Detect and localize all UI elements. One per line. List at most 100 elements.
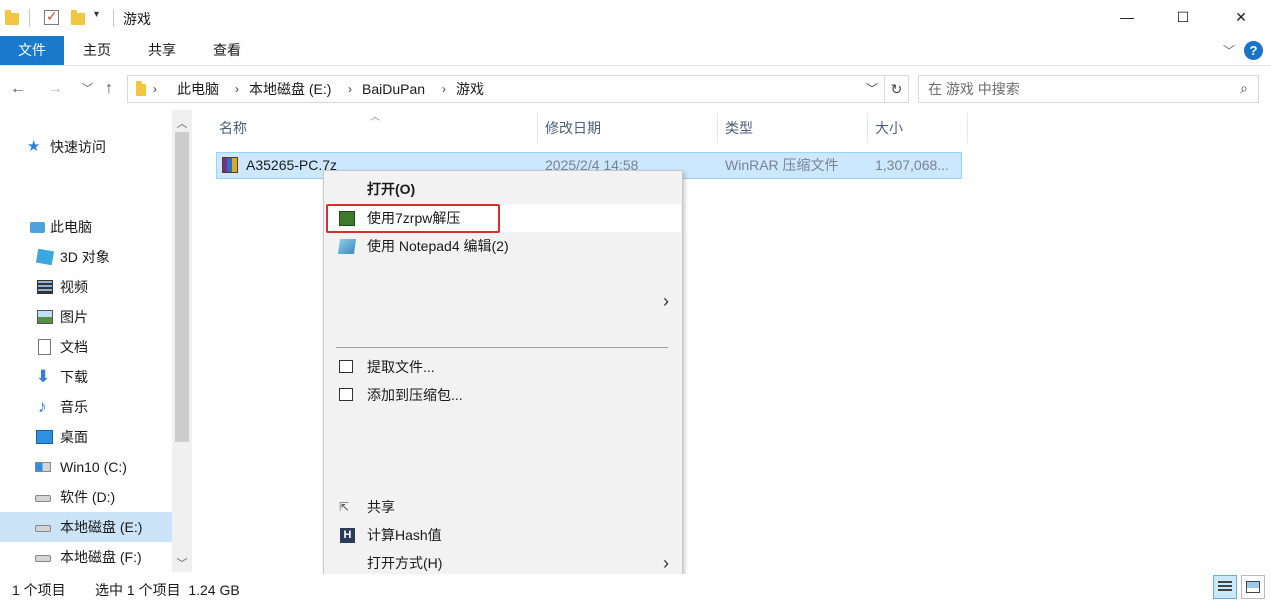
sidebar-item-drive-f[interactable]: 本地磁盘 (F:) (0, 542, 172, 572)
sidebar-item-label: 此电脑 (50, 219, 92, 235)
column-divider[interactable] (537, 113, 538, 143)
submenu-arrow-icon: › (663, 553, 669, 573)
back-button[interactable]: ← (10, 76, 26, 102)
sidebar-item-label: 桌面 (60, 429, 88, 445)
sidebar-item-label: 图片 (60, 309, 88, 325)
menu-item-label: 提取文件... (367, 359, 435, 375)
scroll-down-icon[interactable]: ﹀ (172, 555, 192, 571)
ribbon-tabs: 文件 主页 共享 查看 ﹀ ? (0, 36, 1271, 66)
selection-info: 选中 1 个项目 1.24 GB (95, 582, 240, 598)
menu-separator (336, 347, 668, 348)
sidebar-item-pictures[interactable]: 图片 (0, 302, 172, 332)
address-dropdown-icon[interactable]: ﹀ (866, 76, 878, 102)
properties-icon[interactable] (44, 8, 59, 25)
breadcrumb-separator: › (348, 82, 352, 96)
file-size: 1,307,068... (875, 157, 949, 173)
forward-button[interactable]: → (47, 76, 63, 102)
column-header-type[interactable]: 类型 (721, 113, 867, 143)
sidebar-item-drive-d[interactable]: 软件 (D:) (0, 482, 172, 512)
tab-view[interactable]: 查看 (198, 36, 256, 65)
menu-item-submenu[interactable]: › (325, 287, 681, 315)
maximize-button[interactable]: ☐ (1160, 0, 1206, 34)
breadcrumb-separator: › (153, 82, 157, 96)
sidebar-item-3d-objects[interactable]: 3D 对象 (0, 242, 172, 272)
menu-item-open[interactable]: 打开(O) (325, 175, 681, 203)
sidebar-item-label: 3D 对象 (60, 249, 110, 265)
address-bar[interactable]: › 此电脑 › 本地磁盘 (E:) › BaiDuPan › 游戏 ﹀ (127, 75, 885, 103)
scroll-up-icon[interactable]: ︿ (172, 115, 192, 131)
breadcrumb-this-pc[interactable]: 此电脑 (177, 76, 219, 102)
column-divider[interactable] (717, 113, 718, 143)
folder-icon[interactable] (5, 10, 19, 25)
sidebar-item-label: Win10 (C:) (60, 459, 127, 475)
sidebar-item-music[interactable]: ♪ 音乐 (0, 392, 172, 422)
sidebar-item-quick-access[interactable]: ★ 快速访问 (0, 132, 172, 162)
help-icon[interactable]: ? (1244, 41, 1263, 60)
column-header-modified[interactable]: 修改日期 (541, 113, 717, 143)
sidebar-item-this-pc[interactable]: 此电脑 (0, 212, 172, 242)
sidebar-scrollbar[interactable]: ︿ ﹀ (172, 110, 192, 572)
sidebar-item-label: 软件 (D:) (60, 489, 116, 505)
hash-icon: H (340, 528, 355, 543)
drive-icon (35, 525, 51, 532)
quick-access-dropdown-icon[interactable]: ▾ (94, 9, 99, 20)
menu-item-label: 计算Hash值 (367, 527, 442, 543)
sidebar-item-label: 视频 (60, 279, 88, 295)
refresh-button[interactable]: ↻ (885, 75, 909, 103)
sidebar-item-drive-e[interactable]: 本地磁盘 (E:) (0, 512, 172, 542)
sidebar-item-label: 本地磁盘 (E:) (60, 519, 143, 535)
scrollbar-thumb[interactable] (175, 132, 189, 442)
file-type: WinRAR 压缩文件 (725, 157, 839, 173)
windows-drive-icon (35, 462, 51, 472)
breadcrumb-baidupan[interactable]: BaiDuPan (362, 76, 425, 102)
menu-item-extract-files[interactable]: 提取文件... (325, 353, 681, 381)
menu-item-edit-notepad4[interactable]: 使用 Notepad4 编辑(2) (325, 232, 681, 260)
menu-item-label: 共享 (367, 499, 395, 515)
menu-item-label: 打开(O) (367, 181, 416, 197)
sidebar-item-drive-c[interactable]: Win10 (C:) (0, 452, 172, 482)
drive-icon (35, 555, 51, 562)
column-divider[interactable] (867, 113, 868, 143)
large-icons-view-button[interactable] (1241, 575, 1265, 599)
up-button[interactable]: ↑ (105, 76, 113, 102)
sidebar-item-label: 文档 (60, 339, 88, 355)
sidebar-item-desktop[interactable]: 桌面 (0, 422, 172, 452)
sidebar-item-videos[interactable]: 视频 (0, 272, 172, 302)
tab-file[interactable]: 文件 (0, 36, 64, 65)
status-bar: 1 个项目 选中 1 个项目 1.24 GB (0, 574, 1271, 604)
new-folder-icon[interactable] (71, 10, 85, 25)
expand-ribbon-icon[interactable]: ﹀ (1223, 42, 1235, 59)
folder-icon (136, 81, 146, 96)
sidebar-item-documents[interactable]: 文档 (0, 332, 172, 362)
column-header-size[interactable]: 大小 (871, 113, 967, 143)
menu-item-share[interactable]: ⇱ 共享 (325, 493, 681, 521)
column-header-name[interactable]: 名称 (215, 113, 537, 143)
details-view-icon (1218, 581, 1232, 593)
download-icon: ⬇ (36, 367, 51, 386)
search-icon[interactable]: ⌕ (1240, 80, 1248, 97)
menu-item-label: 打开方式(H) (367, 555, 443, 571)
tab-home[interactable]: 主页 (68, 36, 126, 65)
menu-item-open-with[interactable]: 打开方式(H) › (325, 549, 681, 577)
film-icon (37, 280, 53, 294)
sidebar-item-downloads[interactable]: ⬇ 下载 (0, 362, 172, 392)
winrar-archive-icon (222, 157, 238, 173)
minimize-button[interactable]: — (1104, 0, 1150, 34)
search-box[interactable]: ⌕ (918, 75, 1259, 103)
recent-locations-icon[interactable]: ﹀ (82, 76, 93, 102)
divider (29, 9, 30, 27)
search-input[interactable] (919, 76, 1219, 102)
share-icon: ⇱ (339, 500, 350, 514)
details-view-button[interactable] (1213, 575, 1237, 599)
breadcrumb-games[interactable]: 游戏 (456, 76, 484, 102)
menu-item-add-to-archive[interactable]: 添加到压缩包... (325, 381, 681, 409)
tab-share[interactable]: 共享 (133, 36, 191, 65)
column-divider[interactable] (967, 113, 968, 143)
highlight-box (326, 204, 500, 233)
sidebar-item-label: 快速访问 (50, 139, 106, 155)
breadcrumb-drive-e[interactable]: 本地磁盘 (E:) (249, 76, 331, 102)
menu-item-compute-hash[interactable]: H 计算Hash值 (325, 521, 681, 549)
desktop-icon (36, 430, 53, 444)
navigation-pane: ★ 快速访问 此电脑 3D 对象 视频 图片 文档 ⬇ 下载 ♪ 音乐 桌面 W… (0, 110, 192, 572)
close-button[interactable]: ✕ (1218, 0, 1264, 34)
